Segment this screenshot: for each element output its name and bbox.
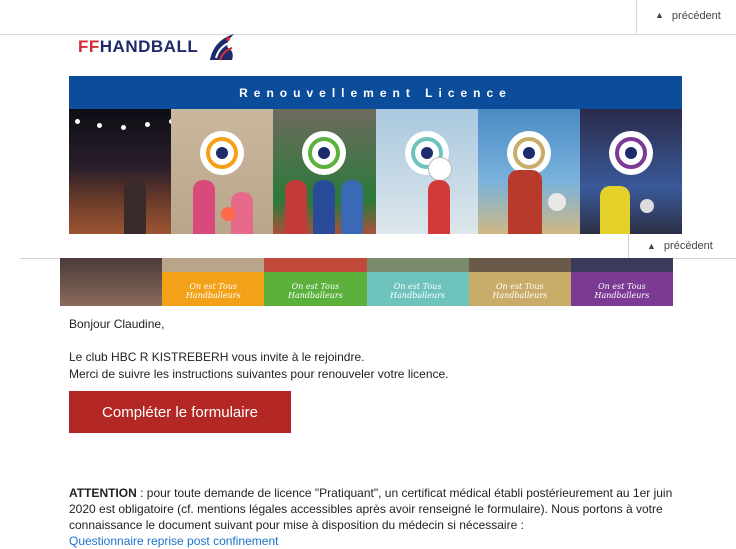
complete-form-button[interactable]: Compléter le formulaire xyxy=(69,391,291,433)
banner-slogan-strip: On est Tous Handballeurs On est Tous Handb… xyxy=(60,258,674,306)
banner-panel-handfit xyxy=(375,109,478,240)
child-figure xyxy=(193,180,216,240)
slogan-line: Handballeurs xyxy=(492,291,548,300)
ball xyxy=(639,199,654,213)
questionnaire-link[interactable]: Questionnaire reprise post confinement xyxy=(69,534,278,548)
attention-notice: ATTENTION : pour toute demande de licenc… xyxy=(69,485,689,549)
hand-a-4-badge xyxy=(302,131,347,175)
rooster-icon xyxy=(210,34,235,61)
invite-text: Le club HBC R KISTREBERH vous invite à l… xyxy=(69,350,365,364)
ball xyxy=(427,157,452,181)
ffhandball-logo: FFHANDBALL xyxy=(78,30,240,64)
beach-handball-badge xyxy=(506,131,551,175)
slogan-line: Handballeurs xyxy=(185,291,241,300)
player-figure xyxy=(124,180,146,240)
slogan-panel-gold: On est Tous Handballeurs xyxy=(468,258,571,306)
player-figure xyxy=(427,180,450,240)
overlay-previous-button[interactable]: ▲ précédent xyxy=(628,234,736,258)
player-figure xyxy=(507,170,542,240)
slogan-line: Handballeurs xyxy=(288,291,343,300)
overlay-nav: ▲ précédent xyxy=(20,234,736,259)
previous-button[interactable]: ▲ précédent xyxy=(636,0,736,34)
attention-label: ATTENTION xyxy=(69,486,137,500)
slogan-line: On est Tous xyxy=(598,282,646,291)
ball xyxy=(547,193,566,211)
up-arrow-icon: ▲ xyxy=(655,10,664,20)
banner-panel-hand-a-4 xyxy=(273,109,376,240)
banner-panel-arena xyxy=(69,109,172,240)
banner-strip xyxy=(69,109,683,240)
handensemble-badge xyxy=(608,131,653,175)
instructions-text: Merci de suivre les instructions suivant… xyxy=(69,367,449,381)
up-arrow-icon: ▲ xyxy=(647,241,656,251)
stadium-lights xyxy=(75,119,172,130)
banner-panel-handensemble xyxy=(579,109,683,240)
overlay-previous-label: précédent xyxy=(663,240,713,252)
banner-panel-babyhand xyxy=(171,109,274,240)
slogan-line: On est Tous xyxy=(291,282,340,291)
player-figure xyxy=(341,180,364,240)
banner-panel-beach-handball xyxy=(477,109,580,240)
slogan-line: Handballeurs xyxy=(390,291,446,300)
slogan-panel-teal: On est Tous Handballeurs xyxy=(366,258,469,306)
slogan-line: On est Tous xyxy=(495,282,544,291)
logo-text: FFHANDBALL xyxy=(78,37,199,56)
slogan-panel-purple: On est Tous Handballeurs xyxy=(570,258,674,306)
slogan-panel-orange: On est Tous Handballeurs xyxy=(162,258,265,306)
banner-title: Renouvellement Licence xyxy=(69,76,682,109)
previous-label: précédent xyxy=(671,10,721,22)
slogan-line: On est Tous xyxy=(393,282,442,291)
slogan-line: On est Tous xyxy=(189,282,238,291)
slogan-line: Handballeurs xyxy=(594,291,650,300)
slogan-panel-arena xyxy=(60,258,163,306)
player-figure xyxy=(313,180,336,240)
player-figure xyxy=(285,180,308,240)
player-figure xyxy=(599,186,630,240)
attention-text: : pour toute demande de licence "Pratiqu… xyxy=(69,486,673,532)
greeting-text: Bonjour Claudine, xyxy=(69,317,165,331)
babyhand-badge xyxy=(200,131,245,175)
slogan-panel-green: On est Tous Handballeurs xyxy=(264,258,367,306)
